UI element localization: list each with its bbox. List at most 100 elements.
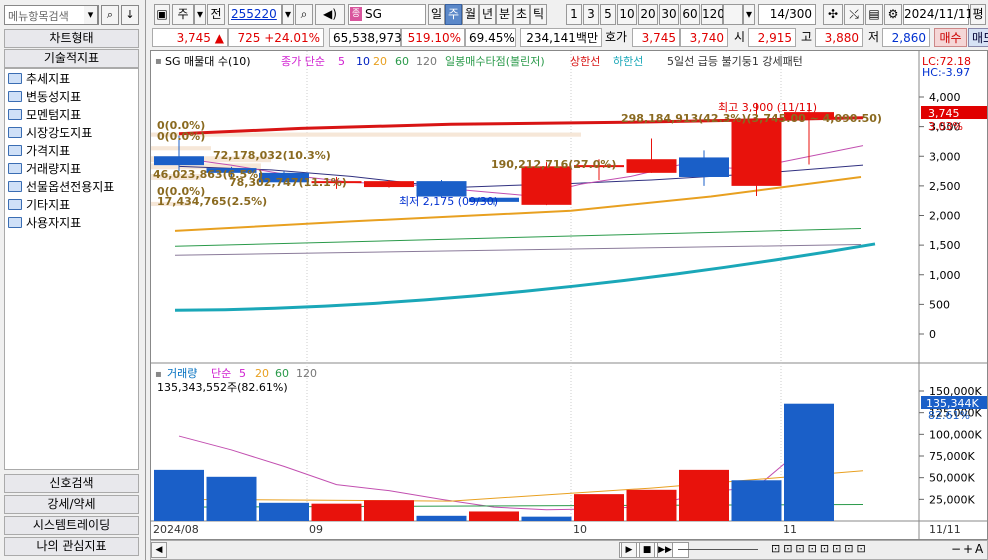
layout-icon[interactable]: ▣ bbox=[154, 4, 170, 25]
buy-button[interactable]: 매수 bbox=[934, 28, 967, 47]
tab-chart-type[interactable]: 차트형태 bbox=[4, 29, 139, 48]
zoom-in-icon[interactable]: + bbox=[963, 542, 973, 556]
price-axis-label: 1,000 bbox=[929, 269, 961, 282]
font-size-icon[interactable]: A bbox=[975, 542, 983, 556]
tree-item-label: 선물옵션전용지표 bbox=[26, 180, 115, 194]
volume-ratio: 519.10% bbox=[401, 28, 465, 47]
tree-item[interactable]: 추세지표 bbox=[8, 70, 70, 88]
crosshair-icon[interactable]: ✣ bbox=[823, 4, 843, 25]
spacer-box bbox=[723, 4, 743, 25]
period-tab[interactable]: 월 bbox=[462, 4, 479, 25]
price-axis-label: 0 bbox=[929, 328, 936, 341]
folder-icon bbox=[8, 199, 22, 210]
play-icon[interactable]: ▶ bbox=[621, 542, 637, 558]
volume-legend-item: 거래량 bbox=[167, 367, 197, 380]
period-select[interactable]: 주 bbox=[172, 4, 194, 25]
interval-button[interactable]: 3 bbox=[583, 4, 599, 25]
tree-item[interactable]: 시장강도지표 bbox=[8, 124, 92, 142]
date-field[interactable]: 2024/11/11 bbox=[903, 4, 973, 25]
tab-my-indicators[interactable]: 나의 관심지표 bbox=[4, 537, 139, 556]
tree-item[interactable]: 가격지표 bbox=[8, 142, 70, 160]
price-change: 725 bbox=[237, 31, 261, 45]
candle-body bbox=[154, 156, 204, 166]
ma-line bbox=[174, 244, 862, 256]
tab-bull-bear[interactable]: 강세/약세 bbox=[4, 495, 139, 514]
annotation-low: 최저 2,175 (09/30) bbox=[399, 195, 498, 208]
page-count-field[interactable]: 14/300 bbox=[758, 4, 816, 25]
toolbar: ▣ 주 ▾ 전 255220 ▾ ⌕ ◀) SG 종 일주월년분초틱 1 3 5 10… bbox=[150, 4, 988, 26]
high-label: 고 bbox=[801, 30, 813, 44]
chevron-down-icon[interactable]: ▾ bbox=[194, 4, 206, 25]
period-tab[interactable]: 분 bbox=[496, 4, 513, 25]
search-icon[interactable]: ⌕ bbox=[295, 4, 313, 25]
dropdown-arrow-icon[interactable]: ▾ bbox=[84, 5, 98, 25]
save-icon[interactable]: ▤ bbox=[865, 4, 883, 25]
interval-button[interactable]: 120 bbox=[701, 4, 725, 25]
volume-bar bbox=[364, 500, 414, 521]
interval-button[interactable]: 20 bbox=[638, 4, 658, 25]
sell-button[interactable]: 매도 bbox=[968, 28, 988, 47]
period-tab[interactable]: 일 bbox=[428, 4, 445, 25]
folder-icon bbox=[8, 217, 22, 228]
volume-axis-label: 25,000K bbox=[929, 493, 975, 506]
fast-forward-icon[interactable]: ▶▶ bbox=[657, 542, 673, 558]
chart-scrollbar[interactable]: ◀ ▶ ▶ ■ ▶▶ ⊡⊡⊡⊡⊡⊡⊡⊡ − + A bbox=[150, 540, 988, 560]
scroll-left-icon[interactable]: ◀ bbox=[151, 542, 167, 558]
gear-icon[interactable]: ⚙ bbox=[884, 4, 902, 25]
volume-value: 65,538,973 bbox=[329, 28, 402, 47]
chevron-down-icon[interactable]: ▾ bbox=[282, 4, 294, 25]
tree-item[interactable]: 변동성지표 bbox=[8, 88, 81, 106]
interval-button[interactable]: 1 bbox=[566, 4, 582, 25]
tree-item[interactable]: 사용자지표 bbox=[8, 214, 81, 232]
period-tab[interactable]: 초 bbox=[513, 4, 530, 25]
period-tab[interactable]: 주 bbox=[445, 4, 462, 25]
tree-item-label: 사용자지표 bbox=[26, 216, 82, 230]
legend-square-icon: ▪ bbox=[155, 56, 162, 67]
price-axis-label: 2,000 bbox=[929, 210, 961, 223]
folder-icon bbox=[8, 109, 22, 120]
period-tab[interactable]: 년 bbox=[479, 4, 496, 25]
chart-tools-icons[interactable]: ⊡⊡⊡⊡⊡⊡⊡⊡ bbox=[771, 542, 869, 555]
tree-item[interactable]: 거래량지표 bbox=[8, 160, 81, 178]
low-price: 2,860 bbox=[882, 28, 930, 47]
avg-button[interactable]: 평 bbox=[970, 4, 986, 25]
prev-button[interactable]: 전 bbox=[207, 4, 225, 25]
chart-area[interactable]: 4,000 3,500 3,000 2,500 2,000 1,500 1,000 500 0 1… bbox=[150, 50, 988, 540]
folder-icon bbox=[8, 145, 22, 156]
tree-item-label: 추세지표 bbox=[26, 72, 71, 86]
tab-system-trading[interactable]: 시스템트레이딩 bbox=[4, 516, 139, 535]
tab-technical-indicators[interactable]: 기술적지표 bbox=[4, 49, 139, 68]
volume-bar bbox=[574, 494, 624, 521]
period-tab[interactable]: 틱 bbox=[530, 4, 547, 25]
tree-item[interactable]: 선물옵션전용지표 bbox=[8, 178, 114, 196]
current-price-label: 3,745 bbox=[928, 107, 960, 120]
interval-button[interactable]: 30 bbox=[659, 4, 679, 25]
zoom-out-icon[interactable]: − bbox=[951, 542, 961, 556]
price-volume-chart[interactable]: 4,0003,5003,0002,5002,0001,5001,00050001… bbox=[151, 51, 987, 539]
turnover-ratio: 69.45% bbox=[465, 28, 516, 47]
volume-legend-item: 120 bbox=[296, 367, 317, 380]
tab-signal-search[interactable]: 신호검색 bbox=[4, 474, 139, 493]
tree-item[interactable]: 기타지표 bbox=[8, 196, 70, 214]
sound-icon[interactable]: ◀) bbox=[315, 4, 345, 25]
down-arrow-icon[interactable]: ↓ bbox=[121, 5, 139, 25]
volume-bar bbox=[784, 403, 834, 521]
up-triangle-icon: ▲ bbox=[214, 31, 224, 45]
interval-button[interactable]: 5 bbox=[600, 4, 616, 25]
speed-slider[interactable] bbox=[678, 549, 758, 550]
price-legend-item: 120 bbox=[416, 55, 437, 68]
price-axis-label: 4,000 bbox=[929, 91, 961, 104]
stop-icon[interactable]: ■ bbox=[639, 542, 655, 558]
volume-profile-label: 78,302,747(11.1%) bbox=[229, 176, 347, 189]
stock-code-input[interactable]: 255220 bbox=[228, 4, 282, 25]
folder-icon bbox=[8, 127, 22, 138]
volume-bar bbox=[311, 503, 362, 521]
search-icon[interactable]: ⌕ bbox=[101, 5, 119, 25]
trend-tool-icon[interactable]: ⤯ bbox=[844, 4, 864, 25]
tree-item[interactable]: 모멘텀지표 bbox=[8, 106, 81, 124]
interval-button[interactable]: 10 bbox=[617, 4, 637, 25]
folder-icon bbox=[8, 73, 22, 84]
chevron-down-icon[interactable]: ▾ bbox=[743, 4, 755, 25]
volume-bar bbox=[626, 489, 677, 521]
interval-button[interactable]: 60 bbox=[680, 4, 700, 25]
